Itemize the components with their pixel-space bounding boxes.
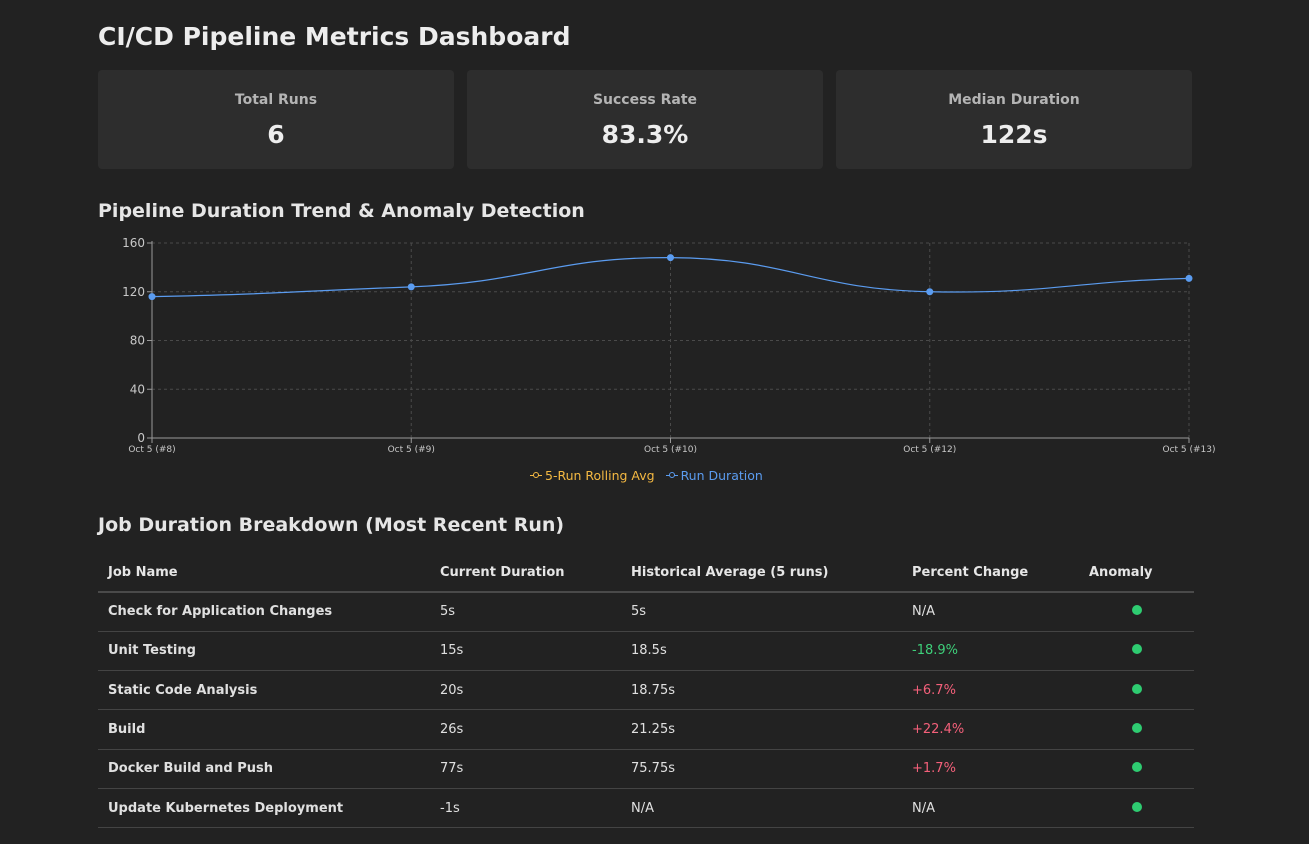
percent-change-cell: N/A xyxy=(902,788,1079,829)
table-header-row: Job Name Current Duration Historical Ave… xyxy=(98,553,1194,593)
table-row: Docker Build and Push 77s 75.75s +1.7% xyxy=(98,749,1194,789)
col-anomaly: Anomaly xyxy=(1079,553,1194,593)
legend-swatch xyxy=(665,471,678,479)
summary-cards: Total Runs 6 Success Rate 83.3% Median D… xyxy=(98,70,1192,169)
chart-section-title: Pipeline Duration Trend & Anomaly Detect… xyxy=(98,200,585,222)
current-duration-cell: 26s xyxy=(430,709,621,750)
card-value: 122s xyxy=(980,120,1048,149)
current-duration-cell: 5s xyxy=(430,592,621,632)
percent-change-cell: -18.9% xyxy=(902,631,1079,672)
chart-legend: 5-Run Rolling Avg Run Duration xyxy=(530,466,770,483)
col-current-duration: Current Duration xyxy=(430,553,621,593)
table-row: Check for Application Changes 5s 5s N/A xyxy=(98,592,1194,632)
x-tick-label: Oct 5 (#9) xyxy=(388,445,435,455)
table-row: Update Kubernetes Deployment -1s N/A N/A xyxy=(98,788,1194,829)
y-tick-label: 120 xyxy=(122,285,145,299)
card-label: Median Duration xyxy=(948,92,1080,108)
legend-swatch xyxy=(530,471,542,479)
duration-chart-svg: 0 40 80 120 160 Oct 5 (#8) Oct 5 (#9) Oct 5 (#1… xyxy=(122,236,1215,455)
table-row: Static Code Analysis 20s 18.75s +6.7% xyxy=(98,670,1194,711)
card-value: 83.3% xyxy=(601,120,689,149)
card-label: Total Runs xyxy=(234,92,318,108)
data-point xyxy=(667,254,674,262)
job-name-cell: Docker Build and Push xyxy=(98,749,430,789)
current-duration-cell: 77s xyxy=(430,749,621,789)
table-row: Build 26s 21.25s +22.4% xyxy=(98,709,1194,750)
current-duration-cell: 15s xyxy=(430,631,621,672)
job-name-cell: Build xyxy=(98,709,430,750)
data-point xyxy=(148,293,156,301)
data-point xyxy=(1185,274,1193,282)
legend-label: 5-Run Rolling Avg xyxy=(545,467,655,483)
anomaly-status-dot xyxy=(1131,762,1142,773)
historical-average-cell: 75.75s xyxy=(621,749,902,789)
historical-average-cell: 18.5s xyxy=(621,631,902,672)
historical-average-cell: 5s xyxy=(621,592,902,632)
historical-average-cell: 18.75s xyxy=(621,670,902,711)
anomaly-cell xyxy=(1079,631,1194,672)
job-duration-table: Job Name Current Duration Historical Ave… xyxy=(98,553,1194,829)
percent-change-cell: +1.7% xyxy=(902,749,1079,789)
y-tick-label: 0 xyxy=(137,431,145,445)
percent-change-cell: +6.7% xyxy=(902,670,1079,711)
current-duration-cell: 20s xyxy=(430,670,621,711)
anomaly-status-dot xyxy=(1131,723,1142,734)
anomaly-status-dot xyxy=(1131,644,1142,655)
table-row: Unit Testing 15s 18.5s -18.9% xyxy=(98,631,1194,672)
historical-average-cell: N/A xyxy=(621,788,902,829)
historical-average-cell: 21.25s xyxy=(621,709,902,750)
y-tick-label: 80 xyxy=(130,334,145,348)
legend-item-run-duration[interactable]: Run Duration xyxy=(665,467,763,483)
col-historical-average: Historical Average (5 runs) xyxy=(621,553,902,593)
x-tick-label: Oct 5 (#13) xyxy=(1162,445,1215,455)
card-label: Success Rate xyxy=(592,92,698,108)
anomaly-cell xyxy=(1079,788,1194,829)
x-tick-label: Oct 5 (#8) xyxy=(128,445,175,455)
anomaly-status-dot xyxy=(1131,801,1142,812)
x-tick-label: Oct 5 (#10) xyxy=(644,445,697,455)
anomaly-cell xyxy=(1079,670,1194,711)
table-body: Check for Application Changes 5s 5s N/A Unit… xyxy=(98,592,1194,829)
legend-label: Run Duration xyxy=(680,467,763,483)
job-name-cell: Unit Testing xyxy=(98,631,430,672)
page-title: CI/CD Pipeline Metrics Dashboard xyxy=(98,22,571,51)
col-job-name: Job Name xyxy=(98,553,430,593)
job-name-cell: Update Kubernetes Deployment xyxy=(98,788,430,829)
job-name-cell: Static Code Analysis xyxy=(98,670,430,711)
anomaly-cell xyxy=(1079,749,1194,789)
percent-change-cell: N/A xyxy=(902,592,1079,632)
duration-chart: 0 40 80 120 160 Oct 5 (#8) Oct 5 (#9) Oct 5 (#1… xyxy=(98,230,1215,490)
percent-change-cell: +22.4% xyxy=(902,709,1079,750)
card-median-duration: Median Duration 122s xyxy=(836,70,1192,169)
table-section-title: Job Duration Breakdown (Most Recent Run) xyxy=(98,514,565,536)
x-tick-label: Oct 5 (#12) xyxy=(903,445,956,455)
legend-item-rolling-avg[interactable]: 5-Run Rolling Avg xyxy=(530,467,655,483)
anomaly-cell xyxy=(1079,709,1194,750)
anomaly-status-dot xyxy=(1131,605,1142,616)
y-tick-label: 160 xyxy=(122,236,145,250)
job-name-cell: Check for Application Changes xyxy=(98,592,430,632)
card-value: 6 xyxy=(267,120,285,149)
card-success-rate: Success Rate 83.3% xyxy=(467,70,823,169)
anomaly-cell xyxy=(1079,592,1194,632)
anomaly-status-dot xyxy=(1131,683,1142,694)
data-point xyxy=(407,283,415,291)
col-percent-change: Percent Change xyxy=(902,553,1079,593)
data-point xyxy=(926,288,934,296)
card-total-runs: Total Runs 6 xyxy=(98,70,454,169)
current-duration-cell: -1s xyxy=(430,788,621,829)
y-tick-label: 40 xyxy=(130,382,145,396)
